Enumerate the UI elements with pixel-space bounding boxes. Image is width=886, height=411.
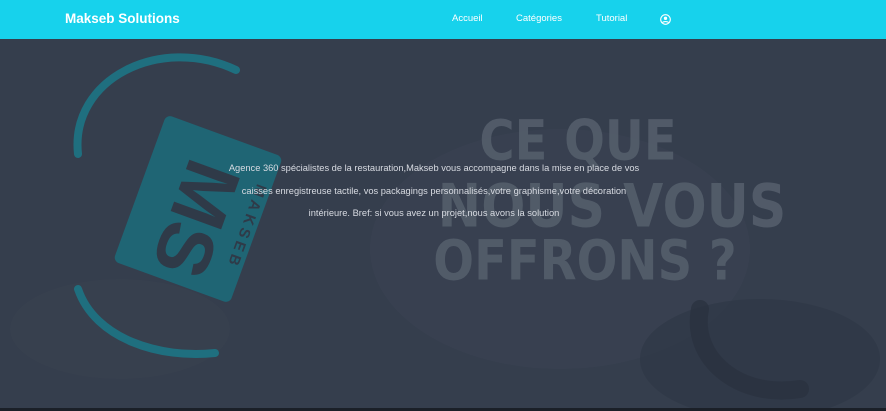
hero-banner: MS MAKSEB CE QUE NOUS VOUS OFFRONS ? Age… (0, 39, 886, 411)
brand-logo-link[interactable]: Makseb Solutions (65, 11, 180, 26)
nav-link-tutorial[interactable]: Tutorial (596, 13, 627, 24)
nav-link-categories[interactable]: Catégories (516, 13, 562, 24)
hero-description: Agence 360 spécialistes de la restaurati… (228, 163, 640, 218)
hero-heading-line-3: OFFRONS ? (433, 229, 736, 293)
hero-background-illustration: MS MAKSEB CE QUE NOUS VOUS OFFRONS ? (10, 53, 880, 411)
user-circle-icon[interactable] (660, 14, 671, 25)
nav-link-accueil[interactable]: Accueil (452, 13, 483, 24)
top-navbar: Makseb Solutions Accueil Catégories Tuto… (0, 0, 886, 39)
